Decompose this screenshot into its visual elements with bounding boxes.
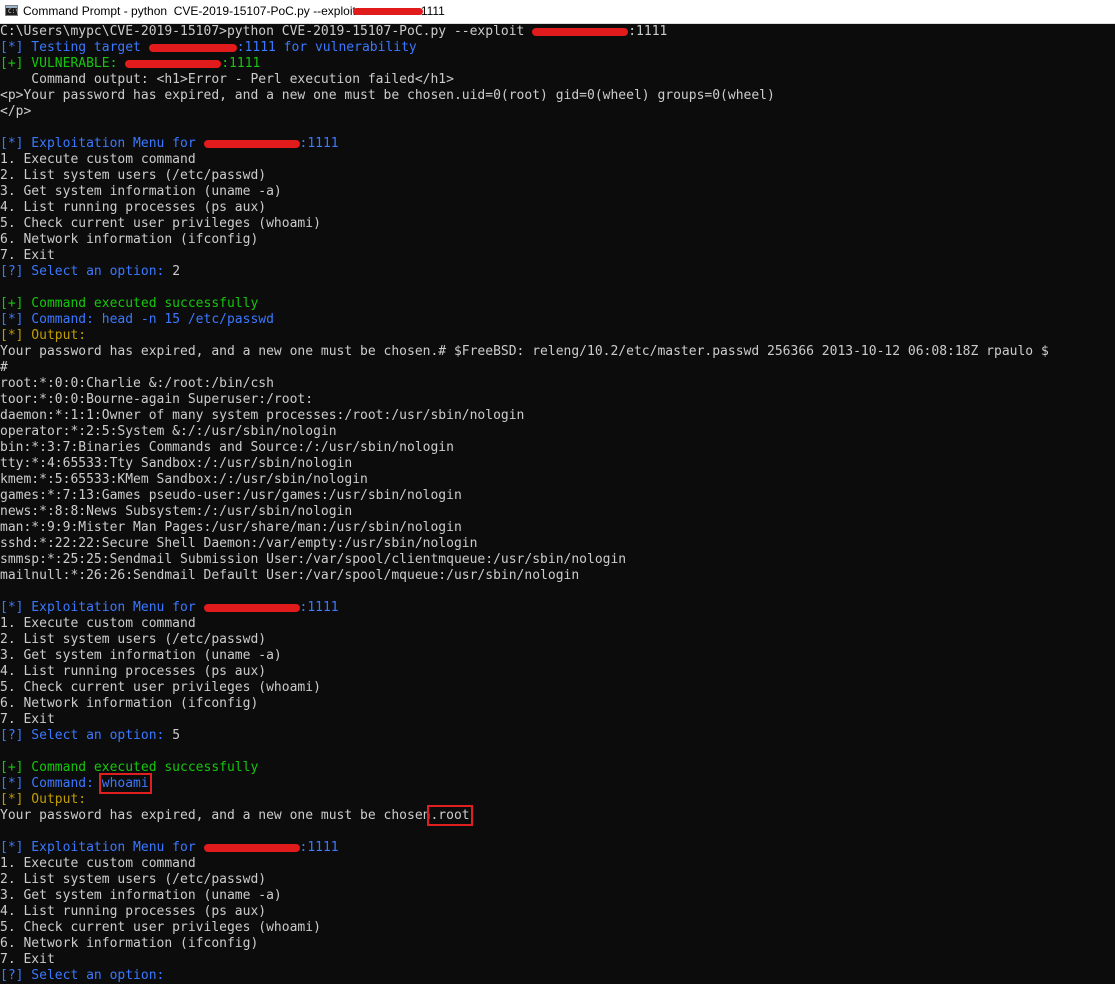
menu-item: 1. Execute custom command bbox=[0, 856, 196, 871]
menu-item: 6. Network information (ifconfig) bbox=[0, 232, 259, 247]
redacted-ip bbox=[203, 139, 300, 148]
menu-title: [*] Exploitation Menu for :1111 bbox=[0, 600, 1115, 616]
menu-item: 5. Check current user privileges (whoami… bbox=[0, 920, 321, 935]
output-line: kmem:*:5:65533:KMem Sandbox:/:/usr/sbin/… bbox=[0, 472, 368, 487]
output-line: man:*:9:9:Mister Man Pages:/usr/share/ma… bbox=[0, 520, 462, 535]
menu-item: 1. Execute custom command bbox=[0, 152, 196, 167]
menu-item: 7. Exit bbox=[0, 952, 55, 967]
output-line: bin:*:3:7:Binaries Commands and Source:/… bbox=[0, 440, 454, 455]
output-line: news:*:8:8:News Subsystem:/:/usr/sbin/no… bbox=[0, 504, 353, 519]
output-line: smmsp:*:25:25:Sendmail Submission User:/… bbox=[0, 552, 627, 567]
menu-item: 4. List running processes (ps aux) bbox=[0, 664, 267, 679]
menu-item: 1. Execute custom command bbox=[0, 616, 196, 631]
menu-title-suffix: :1111 bbox=[299, 136, 339, 151]
menu-title-suffix: :1111 bbox=[299, 840, 339, 855]
redacted-ip bbox=[203, 603, 300, 612]
redacted-ip bbox=[352, 8, 423, 16]
menu-item: 3. Get system information (uname -a) bbox=[0, 648, 282, 663]
root-result-highlight: .root bbox=[427, 805, 473, 826]
executed-command-line: [*] Command: whoami bbox=[0, 773, 1115, 794]
success-line: [+] Command executed successfully bbox=[0, 296, 259, 311]
select-prompt: [?] Select an option: bbox=[0, 728, 173, 743]
cmd-icon: C:\ bbox=[5, 5, 19, 16]
selected-option: 5 bbox=[172, 728, 181, 743]
menu-item: 5. Check current user privileges (whoami… bbox=[0, 216, 321, 231]
menu-item: 4. List running processes (ps aux) bbox=[0, 904, 267, 919]
console-output[interactable]: C:\Users\mypc\CVE-2019-15107>python CVE-… bbox=[0, 24, 1115, 984]
menu-item: 7. Exit bbox=[0, 712, 55, 727]
command-prefix: C:\Users\mypc\CVE-2019-15107>python CVE-… bbox=[0, 24, 533, 39]
menu-item: 6. Network information (ifconfig) bbox=[0, 936, 259, 951]
menu-item: 6. Network information (ifconfig) bbox=[0, 696, 259, 711]
testing-prefix: [*] Testing target bbox=[0, 40, 149, 55]
window-title-prefix: Command Prompt - python CVE-2019-15107-P… bbox=[23, 4, 356, 18]
redacted-ip bbox=[203, 843, 300, 852]
menu-title: [*] Exploitation Menu for :1111 bbox=[0, 840, 1115, 856]
menu-item: 2. List system users (/etc/passwd) bbox=[0, 632, 267, 647]
selected-option: 2 bbox=[172, 264, 181, 279]
vulnerable-suffix: :1111 bbox=[221, 56, 261, 71]
check-output-line: </p> bbox=[0, 104, 32, 119]
redacted-ip bbox=[532, 27, 629, 36]
menu-title-prefix: [*] Exploitation Menu for bbox=[0, 600, 204, 615]
success-line: [+] Command executed successfully bbox=[0, 760, 259, 775]
menu-item: 3. Get system information (uname -a) bbox=[0, 888, 282, 903]
active-prompt-line[interactable]: [?] Select an option: bbox=[0, 968, 1115, 984]
command-label: [*] Command: bbox=[0, 776, 102, 791]
menu-title-suffix: :1111 bbox=[299, 600, 339, 615]
whoami-command-highlight: whoami bbox=[98, 773, 152, 794]
select-prompt-line: [?] Select an option: 5 bbox=[0, 728, 1115, 744]
window-title: Command Prompt - python CVE-2019-15107-P… bbox=[23, 4, 445, 18]
menu-title: [*] Exploitation Menu for :1111 bbox=[0, 136, 1115, 152]
cmd-icon-glyph: C:\ bbox=[8, 8, 19, 15]
executed-command: head -n 15 /etc/passwd bbox=[101, 312, 274, 327]
menu-item: 3. Get system information (uname -a) bbox=[0, 184, 282, 199]
select-prompt-line: [?] Select an option: 2 bbox=[0, 264, 1115, 280]
vulnerable-line: [+] VULNERABLE: :1111 bbox=[0, 56, 1115, 72]
select-prompt: [?] Select an option: bbox=[0, 264, 173, 279]
whoami-output-prefix: Your password has expired, and a new one… bbox=[0, 808, 431, 823]
window-title-bar[interactable]: C:\ Command Prompt - python CVE-2019-151… bbox=[0, 0, 1115, 24]
output-label: [*] Output: bbox=[0, 328, 87, 343]
check-output-line: <p>Your password has expired, and a new … bbox=[0, 88, 775, 103]
menu-item: 4. List running processes (ps aux) bbox=[0, 200, 267, 215]
menu-item: 2. List system users (/etc/passwd) bbox=[0, 168, 267, 183]
vulnerable-prefix: [+] VULNERABLE: bbox=[0, 56, 126, 71]
output-line: # bbox=[0, 360, 8, 375]
menu-title-prefix: [*] Exploitation Menu for bbox=[0, 840, 204, 855]
testing-suffix: :1111 for vulnerability bbox=[236, 40, 417, 55]
menu-item: 2. List system users (/etc/passwd) bbox=[0, 872, 267, 887]
output-line: operator:*:2:5:System &:/:/usr/sbin/nolo… bbox=[0, 424, 337, 439]
output-line: Your password has expired, and a new one… bbox=[0, 344, 1049, 359]
output-line: games:*:7:13:Games pseudo-user:/usr/game… bbox=[0, 488, 462, 503]
whoami-output-line: Your password has expired, and a new one… bbox=[0, 805, 1115, 826]
output-line: root:*:0:0:Charlie &:/root:/bin/csh bbox=[0, 376, 274, 391]
output-line: sshd:*:22:22:Secure Shell Daemon:/var/em… bbox=[0, 536, 478, 551]
menu-item: 5. Check current user privileges (whoami… bbox=[0, 680, 321, 695]
window-title-suffix: 1111 bbox=[420, 4, 445, 18]
output-line: tty:*:4:65533:Tty Sandbox:/:/usr/sbin/no… bbox=[0, 456, 353, 471]
redacted-ip bbox=[125, 59, 222, 68]
output-line: toor:*:0:0:Bourne-again Superuser:/root: bbox=[0, 392, 314, 407]
output-line: mailnull:*:26:26:Sendmail Default User:/… bbox=[0, 568, 580, 583]
menu-title-prefix: [*] Exploitation Menu for bbox=[0, 136, 204, 151]
command-label: [*] Command: bbox=[0, 312, 102, 327]
command-line: C:\Users\mypc\CVE-2019-15107>python CVE-… bbox=[0, 24, 1115, 40]
menu-item: 7. Exit bbox=[0, 248, 55, 263]
check-output-line: Command output: <h1>Error - Perl executi… bbox=[0, 72, 454, 87]
command-suffix: :1111 bbox=[628, 24, 668, 39]
select-prompt: [?] Select an option: bbox=[0, 968, 173, 983]
redacted-ip bbox=[148, 43, 237, 52]
testing-line: [*] Testing target :1111 for vulnerabili… bbox=[0, 40, 1115, 56]
executed-command-line: [*] Command: head -n 15 /etc/passwd bbox=[0, 312, 1115, 328]
output-line: daemon:*:1:1:Owner of many system proces… bbox=[0, 408, 525, 423]
output-label: [*] Output: bbox=[0, 792, 87, 807]
